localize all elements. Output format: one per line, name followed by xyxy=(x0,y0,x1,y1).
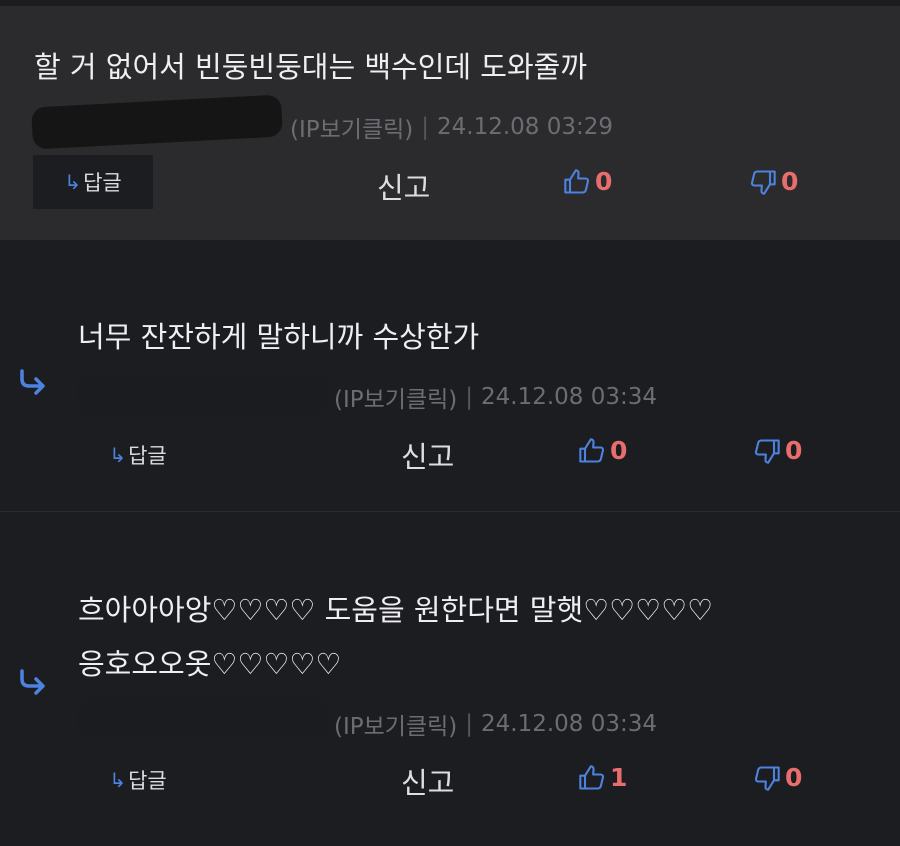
dislike-count: 0 xyxy=(785,763,803,792)
like-button[interactable]: 0 xyxy=(563,167,612,196)
comment-text: 할 거 없어서 빈둥빈둥대는 백수인데 도와줄까 xyxy=(34,40,587,94)
redacted-nickname xyxy=(78,698,328,738)
dislike-count: 0 xyxy=(785,436,803,465)
ip-view-link[interactable]: (IP보기클릭) xyxy=(334,380,457,414)
comment-text-line: 너무 잔잔하게 말하니까 수상한가 xyxy=(78,320,480,354)
report-button[interactable]: 신고 xyxy=(377,165,430,207)
report-label: 신고 xyxy=(401,766,455,800)
comment-text-line: 할 거 없어서 빈둥빈둥대는 백수인데 도와줄까 xyxy=(34,50,588,84)
comment-text-line: 응호오오옷♡♡♡♡♡ xyxy=(78,647,342,681)
reply-arrow-icon xyxy=(20,669,45,695)
ip-view-link[interactable]: (IP보기클릭) xyxy=(334,707,457,741)
timestamp: 24.12.08 03:34 xyxy=(481,711,658,737)
timestamp: 24.12.08 03:29 xyxy=(437,114,614,140)
like-count: 1 xyxy=(610,763,628,792)
reply-arrow-icon: ↳ xyxy=(109,443,127,467)
like-button[interactable]: 1 xyxy=(578,763,627,792)
like-button[interactable]: 0 xyxy=(578,436,627,465)
meta-separator: | xyxy=(465,384,473,410)
meta-separator: | xyxy=(465,711,473,737)
report-button[interactable]: 신고 xyxy=(401,434,454,476)
comment-text-line: 흐아아아앙♡♡♡♡ 도움을 원한다면 말햇♡♡♡♡♡ xyxy=(78,593,714,627)
meta-separator: | xyxy=(421,114,429,140)
thumbs-up-icon xyxy=(579,437,605,463)
redacted-nickname xyxy=(31,94,283,150)
comment-2: 너무 잔잔하게 말하니까 수상한가 (IP보기클릭) | 24.12.08 03… xyxy=(0,240,900,512)
reply-arrow-icon: ↳ xyxy=(109,768,127,792)
thumbs-down-icon xyxy=(754,438,780,464)
comment-meta: (IP보기클릭) | 24.12.08 03:34 xyxy=(334,380,657,414)
reply-label: 답글 xyxy=(128,444,167,468)
comment-text: 흐아아아앙♡♡♡♡ 도움을 원한다면 말햇♡♡♡♡♡ 응호오오옷♡♡♡♡♡ xyxy=(78,583,713,691)
reply-label: 답글 xyxy=(128,769,167,793)
timestamp: 24.12.08 03:34 xyxy=(481,384,658,410)
comment-meta: (IP보기클릭) | 24.12.08 03:29 xyxy=(290,110,613,144)
reply-button[interactable]: ↳ 답글 xyxy=(78,753,198,807)
comment-3: 흐아아아앙♡♡♡♡ 도움을 원한다면 말햇♡♡♡♡♡ 응호오오옷♡♡♡♡♡ (I… xyxy=(0,513,900,846)
like-count: 0 xyxy=(610,436,628,465)
dislike-button[interactable]: 0 xyxy=(753,763,802,792)
dislike-button[interactable]: 0 xyxy=(753,436,802,465)
redacted-nickname xyxy=(78,375,328,415)
reply-arrow-icon xyxy=(20,369,45,395)
dislike-count: 0 xyxy=(781,167,799,196)
comment-1: 할 거 없어서 빈둥빈둥대는 백수인데 도와줄까 (IP보기클릭) | 24.1… xyxy=(0,0,900,240)
reply-arrow-icon: ↳ xyxy=(64,170,82,194)
reply-label: 답글 xyxy=(83,171,122,195)
dislike-button[interactable]: 0 xyxy=(749,167,798,196)
thumbs-up-icon xyxy=(564,168,590,194)
like-count: 0 xyxy=(595,167,613,196)
report-label: 신고 xyxy=(377,171,431,205)
reply-button[interactable]: ↳ 답글 xyxy=(78,428,198,482)
comment-text: 너무 잔잔하게 말하니까 수상한가 xyxy=(78,310,479,364)
comment-meta: (IP보기클릭) | 24.12.08 03:34 xyxy=(334,707,657,741)
report-button[interactable]: 신고 xyxy=(401,760,454,802)
report-label: 신고 xyxy=(401,440,455,474)
thumbs-down-icon xyxy=(754,765,780,791)
ip-view-link[interactable]: (IP보기클릭) xyxy=(290,110,413,144)
thumbs-up-icon xyxy=(579,764,605,790)
thumbs-down-icon xyxy=(750,169,776,195)
reply-button[interactable]: ↳ 답글 xyxy=(33,155,153,209)
